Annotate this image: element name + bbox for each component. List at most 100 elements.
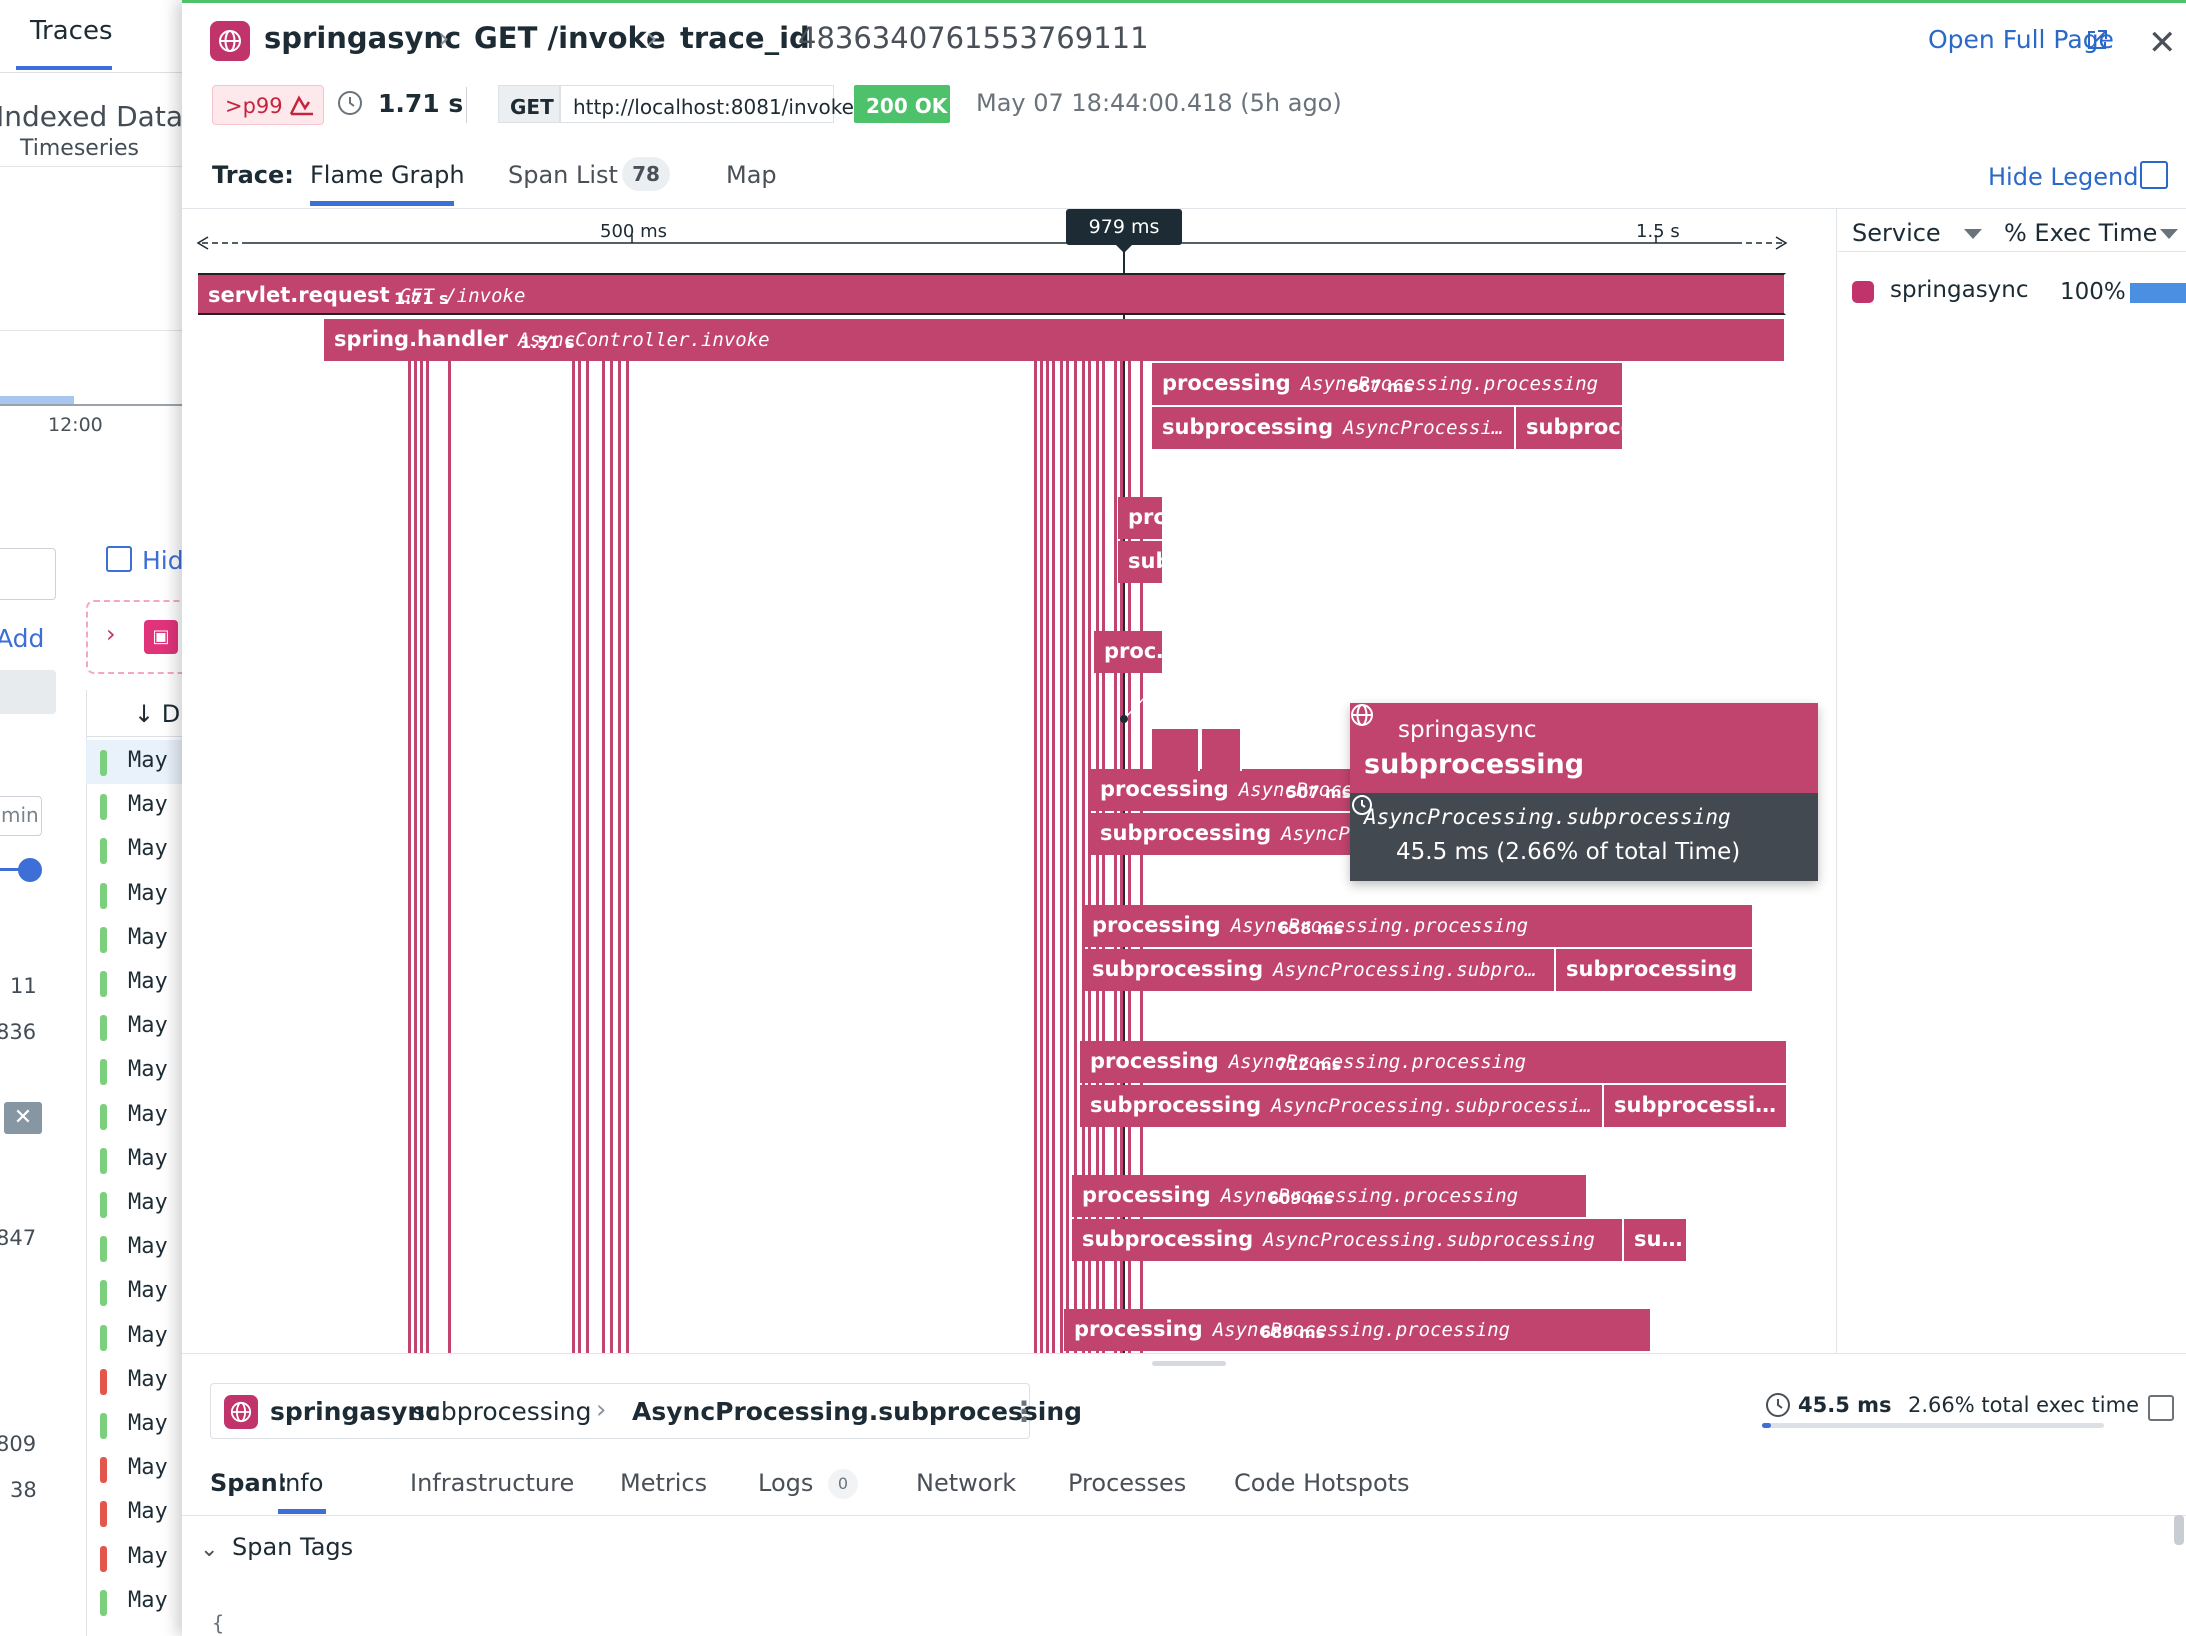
- collapse-panel-icon[interactable]: [2148, 1395, 2174, 1421]
- row-date: May: [128, 1587, 168, 1613]
- resize-handle[interactable]: [1152, 1361, 1226, 1366]
- tab-code-hotspots[interactable]: Code Hotspots: [1234, 1469, 1410, 1497]
- tab-span-list[interactable]: Span List: [508, 161, 618, 189]
- close-icon[interactable]: ✕: [2148, 23, 2177, 63]
- table-row[interactable]: May: [86, 828, 190, 872]
- table-row[interactable]: May: [86, 1094, 190, 1138]
- http-method-badge: GET: [498, 85, 560, 123]
- binoculars-icon[interactable]: ▣: [144, 620, 178, 654]
- flame-span[interactable]: processing AsyncProcessing.processing 658 …: [1082, 905, 1754, 947]
- facet-count: 847: [0, 1226, 37, 1250]
- span-duration: 567 ms: [1348, 377, 1414, 396]
- traces-tab[interactable]: Traces: [30, 16, 113, 46]
- flame-span[interactable]: processing AsyncProcessing.processing 567 …: [1152, 363, 1624, 405]
- table-row[interactable]: May: [86, 1536, 190, 1580]
- tab-flame-graph[interactable]: Flame Graph: [310, 161, 465, 189]
- status-indicator: [100, 1147, 107, 1174]
- search-input[interactable]: [0, 548, 56, 600]
- table-row[interactable]: May: [86, 917, 190, 961]
- clear-filter-button[interactable]: ✕: [4, 1102, 42, 1134]
- caret-down-icon[interactable]: [1964, 229, 1982, 239]
- flame-span[interactable]: proc: [1118, 497, 1164, 539]
- table-row[interactable]: May: [86, 1005, 190, 1049]
- flame-span[interactable]: subprocessing AsyncProcessing.subprocessi…: [1072, 1219, 1624, 1261]
- span-duration: 1.51 s: [520, 333, 575, 352]
- table-row[interactable]: May: [86, 1491, 190, 1535]
- row-date: May: [128, 1190, 168, 1215]
- legend-service-name[interactable]: springasync: [1890, 277, 2029, 303]
- sort-date-header[interactable]: ↓ D: [134, 700, 180, 728]
- external-link-icon[interactable]: [2086, 29, 2108, 51]
- min-input[interactable]: min: [0, 796, 42, 836]
- table-row[interactable]: May: [86, 1359, 190, 1403]
- table-row[interactable]: May: [86, 1138, 190, 1182]
- table-row[interactable]: May: [86, 784, 190, 828]
- tooltip-resource: AsyncProcessing.subprocessing: [1364, 805, 1731, 829]
- caret-down-icon[interactable]: [2160, 229, 2178, 239]
- span-duration: 45.5 ms: [1798, 1393, 1892, 1417]
- range-slider-knob[interactable]: [18, 858, 42, 882]
- flame-span[interactable]: [1152, 729, 1200, 771]
- chevron-right-icon: ›: [646, 21, 658, 55]
- async-span-line: [420, 361, 423, 1353]
- tab-processes[interactable]: Processes: [1068, 1469, 1186, 1497]
- async-span-line: [1060, 361, 1063, 1353]
- flame-span[interactable]: processing AsyncProcessing.processing 689 …: [1064, 1309, 1652, 1351]
- add-button[interactable]: Add: [0, 624, 44, 653]
- flame-span[interactable]: processing AsyncProcessing.processing 609 …: [1072, 1175, 1588, 1217]
- flame-span[interactable]: subprocessi…: [1604, 1085, 1788, 1127]
- scrollbar[interactable]: [2174, 1515, 2184, 1545]
- flame-span[interactable]: proc…: [1094, 631, 1164, 673]
- hide-legend-button[interactable]: Hide Legend: [1988, 163, 2139, 191]
- collapse-right-icon[interactable]: [2140, 161, 2168, 189]
- table-row[interactable]: May: [86, 1315, 190, 1359]
- flame-span[interactable]: spring.handler AsyncController.invoke 1.51…: [324, 319, 1786, 361]
- span-duration: 609 ms: [1268, 1189, 1334, 1208]
- span-list-count: 78: [622, 157, 670, 191]
- service-name[interactable]: springasync: [264, 21, 461, 55]
- timeseries-label[interactable]: Timeseries: [20, 136, 139, 161]
- table-row[interactable]: May: [86, 1270, 190, 1314]
- flame-span[interactable]: su…: [1624, 1219, 1688, 1261]
- tab-metrics[interactable]: Metrics: [620, 1469, 707, 1497]
- flame-span[interactable]: sub: [1118, 541, 1164, 583]
- table-row[interactable]: May: [86, 1403, 190, 1447]
- flame-span[interactable]: processing AsyncProcessing.processing 712 …: [1080, 1041, 1788, 1083]
- table-row[interactable]: May: [86, 1447, 190, 1491]
- clock-icon: [1766, 1393, 1790, 1417]
- table-row[interactable]: May: [86, 1049, 190, 1093]
- table-row[interactable]: May: [86, 1182, 190, 1226]
- flame-span[interactable]: subprocessing AsyncProcessing.subprocessi…: [1080, 1085, 1604, 1127]
- active-tab-indicator: [278, 1509, 326, 1514]
- flame-span[interactable]: subprocessing…: [1516, 407, 1624, 449]
- table-row[interactable]: May: [86, 961, 190, 1005]
- tab-infrastructure[interactable]: Infrastructure: [410, 1469, 574, 1497]
- trace-id-value[interactable]: 4836340761553769111: [798, 21, 1149, 55]
- tab-info[interactable]: Info: [278, 1469, 323, 1497]
- async-span-line: [1034, 361, 1037, 1353]
- flame-span[interactable]: subprocessing: [1556, 949, 1754, 991]
- flame-graph[interactable]: 500 ms 1.5 s 979 ms servlet.request GET /…: [182, 209, 1836, 1353]
- flame-span[interactable]: [1202, 729, 1242, 771]
- resource-name[interactable]: GET /invoke: [474, 21, 666, 55]
- tab-network[interactable]: Network: [916, 1469, 1016, 1497]
- chevron-right-icon[interactable]: ›: [106, 620, 116, 648]
- flame-span[interactable]: subprocessing AsyncProcessing.subpro…: [1082, 949, 1556, 991]
- tab-logs[interactable]: Logs: [758, 1469, 813, 1497]
- collapse-icon[interactable]: [106, 546, 132, 572]
- flame-span[interactable]: subprocessing AsyncProcessi…: [1152, 407, 1516, 449]
- http-url[interactable]: http://localhost:8081/invoke: [560, 85, 854, 123]
- table-row[interactable]: May: [86, 1226, 190, 1270]
- flame-span[interactable]: servlet.request GET /invoke 1.71 s: [198, 273, 1786, 315]
- span-tags-section[interactable]: Span Tags: [232, 1533, 353, 1561]
- legend-exec-header[interactable]: % Exec Time: [2004, 219, 2157, 247]
- chevron-down-icon[interactable]: ⌄: [200, 1537, 218, 1562]
- legend-service-header[interactable]: Service: [1852, 219, 1941, 247]
- table-row[interactable]: May: [86, 873, 190, 917]
- more-options-icon[interactable]: ⋮: [1010, 1395, 1038, 1428]
- tab-map[interactable]: Map: [726, 161, 777, 189]
- status-indicator: [100, 926, 107, 953]
- table-row[interactable]: May: [86, 740, 190, 784]
- table-row[interactable]: May: [86, 1580, 190, 1624]
- status-indicator: [100, 1324, 107, 1351]
